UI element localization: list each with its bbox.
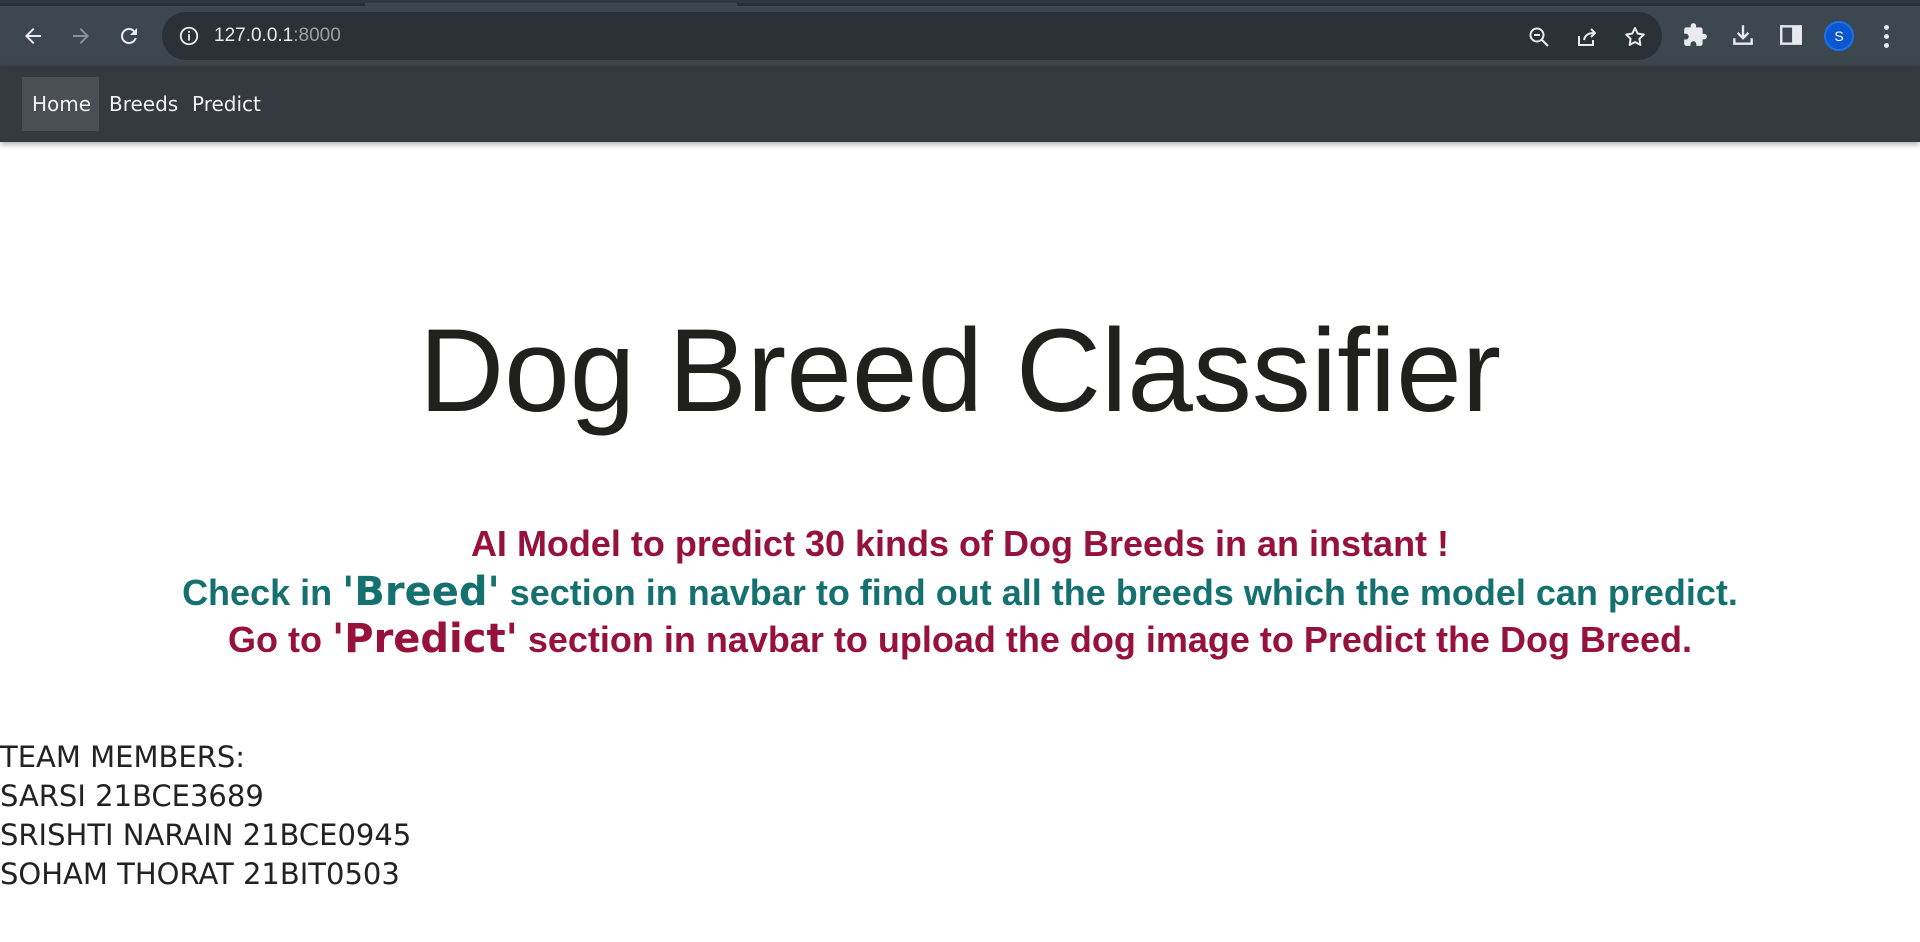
tagline-line-3-prefix: Go to [228, 619, 332, 660]
tagline-line-1: AI Model to predict 30 kinds of Dog Bree… [470, 523, 1450, 564]
tagline-line-2: Check in 'Breed' section in navbar to fi… [0, 572, 1920, 612]
nav-home-link[interactable]: Home [22, 77, 99, 131]
puzzle-icon[interactable] [1680, 20, 1710, 50]
reload-icon[interactable] [110, 17, 148, 55]
tagline-line-2-suffix: section in navbar to find out all the br… [499, 572, 1738, 613]
nav-predict-link[interactable]: Predict [182, 77, 271, 131]
tagline-line-3-suffix: section in navbar to upload the dog imag… [517, 619, 1692, 660]
breed-section-name: 'Breed' [342, 569, 500, 615]
nav-breeds-link[interactable]: Breeds [99, 77, 188, 131]
kebab-menu-icon[interactable] [1876, 21, 1896, 51]
team-member: SRISHTI NARAIN 21BCE0945 [0, 818, 412, 852]
url-port: :8000 [293, 25, 341, 46]
address-bar[interactable]: 127.0.0.1:8000 [162, 12, 1662, 60]
star-icon[interactable] [1622, 24, 1648, 50]
team-section: TEAM MEMBERS: SARSI 21BCE3689 SRISHTI NA… [0, 738, 411, 894]
tagline-line-3: Go to 'Predict' section in navbar to upl… [0, 619, 1920, 659]
browser-toolbar: 127.0.0.1:8000 S [0, 0, 1920, 66]
arrow-left-icon[interactable] [14, 17, 52, 55]
site-navbar: Home Breeds Predict [0, 66, 1920, 142]
info-icon[interactable] [178, 25, 200, 52]
share-icon[interactable] [1574, 24, 1600, 50]
tab-strip [0, 3, 1920, 6]
predict-section-name: 'Predict' [332, 616, 518, 662]
arrow-right-icon[interactable] [62, 17, 100, 55]
team-member: SARSI 21BCE3689 [0, 779, 264, 813]
team-member: SOHAM THORAT 21BIT0503 [0, 857, 400, 891]
zoom-out-icon[interactable] [1526, 24, 1552, 50]
url-text[interactable]: 127.0.0.1:8000 [214, 25, 341, 47]
page-title: Dog Breed Classifier [418, 305, 1502, 437]
download-icon[interactable] [1728, 20, 1758, 50]
url-host: 127.0.0.1 [214, 25, 294, 46]
team-heading: TEAM MEMBERS: [0, 740, 246, 774]
side-panel-icon[interactable] [1776, 20, 1806, 50]
profile-avatar[interactable]: S [1824, 21, 1854, 51]
active-tab-indicator[interactable] [365, 3, 737, 6]
tagline-line-2-prefix: Check in [182, 572, 343, 613]
